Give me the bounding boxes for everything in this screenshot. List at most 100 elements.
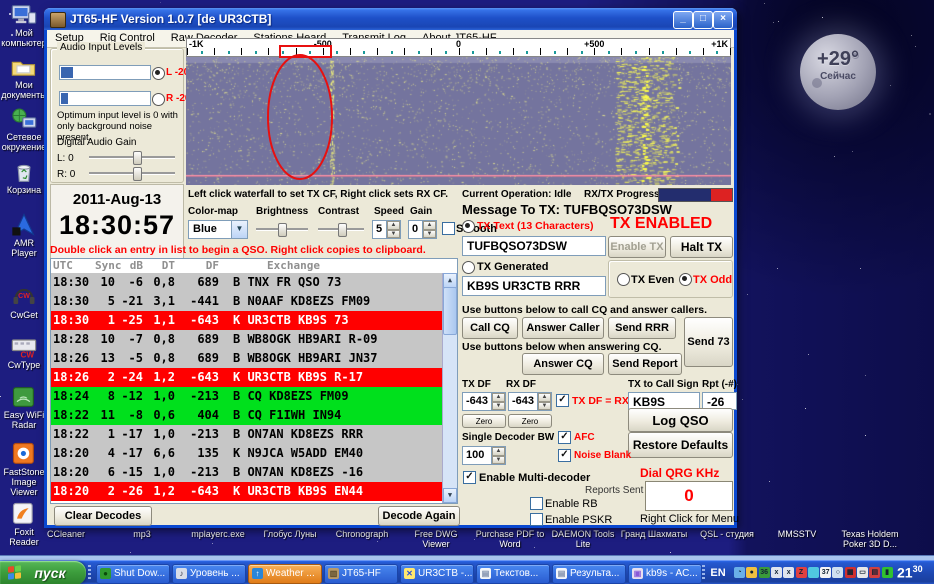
language-indicator[interactable]: EN bbox=[708, 565, 728, 581]
desktop-icon-foxit-reader[interactable]: Foxit Reader bbox=[1, 502, 47, 547]
tx-generated-radio[interactable] bbox=[462, 261, 475, 274]
close-button[interactable]: × bbox=[713, 11, 733, 29]
desktop-icon-cwget[interactable]: CWCwGet bbox=[1, 285, 47, 320]
desktop-icon-cwtype[interactable]: CWCwType bbox=[1, 335, 47, 370]
tx-odd-radio[interactable] bbox=[679, 273, 692, 286]
desktop-icon-free-dwg-viewer[interactable]: Free DWG Viewer bbox=[400, 529, 472, 549]
spin-up-icon[interactable]: ▲ bbox=[538, 393, 551, 402]
gain-right-slider[interactable] bbox=[89, 167, 175, 179]
decode-row[interactable]: 18:262-241,2-643K UR3CTB KB9S R-17 bbox=[51, 368, 457, 387]
task-button-notepad-1[interactable]: ▤Текстов... bbox=[476, 564, 550, 584]
task-button-weather[interactable]: ↑Weather ... bbox=[248, 564, 322, 584]
task-button-notepad-2[interactable]: ▤Результа... bbox=[552, 564, 626, 584]
tray-calendar-icon[interactable]: 37 bbox=[820, 567, 831, 578]
colormap-select[interactable]: Blue ▼ bbox=[188, 220, 248, 239]
wf-gain-spinner[interactable]: 0 ▲▼ bbox=[408, 220, 437, 239]
spin-up-icon[interactable]: ▲ bbox=[387, 221, 400, 230]
spin-down-icon[interactable]: ▼ bbox=[492, 456, 505, 465]
waterfall-display[interactable] bbox=[186, 57, 731, 185]
log-qso-button[interactable]: Log QSO bbox=[628, 408, 733, 432]
frequency-ruler[interactable]: -1K -500 0 +500 +1K bbox=[186, 38, 731, 57]
tx-text-input[interactable]: TUFBQSO73DSW bbox=[462, 236, 606, 256]
tray-36-icon[interactable]: 36 bbox=[759, 567, 770, 578]
send-73-button[interactable]: Send 73 bbox=[684, 317, 733, 367]
tray-grid-icon[interactable]: ▦ bbox=[845, 567, 856, 578]
tray-monitor-icon[interactable]: ▭ bbox=[857, 567, 868, 578]
task-button-image-viewer[interactable]: ▣kb9s - AC... bbox=[628, 564, 702, 584]
desktop-icon-ccleaner[interactable]: CCleaner bbox=[30, 529, 102, 539]
tray-guard-icon[interactable]: Z bbox=[796, 567, 807, 578]
desktop-icon-amr-player[interactable]: AMR Player bbox=[1, 213, 47, 258]
decode-row[interactable]: 18:248-121,0-213B CQ KD8EZS FM09 bbox=[51, 387, 457, 406]
restore-defaults-button[interactable]: Restore Defaults bbox=[628, 432, 733, 458]
scrollbar-thumb[interactable] bbox=[443, 287, 457, 335]
desktop-icon-daemon-tools-lite[interactable]: DAEMON Tools Lite bbox=[547, 529, 619, 549]
desktop-icon-network-places[interactable]: Сетевое окружение bbox=[1, 107, 47, 152]
spin-down-icon[interactable]: ▼ bbox=[423, 230, 436, 239]
right-channel-radio[interactable] bbox=[152, 93, 165, 106]
tray-battery-icon[interactable]: ▮ bbox=[882, 567, 893, 578]
rx-df-spinner[interactable]: -643 ▲▼ bbox=[508, 392, 552, 411]
decode-row[interactable]: 18:2810-70,8689B WB8OGK HB9ARI R-09 bbox=[51, 330, 457, 349]
send-rrr-button[interactable]: Send RRR bbox=[608, 317, 676, 339]
df-link-checkbox[interactable]: ✓ bbox=[556, 394, 569, 407]
decode-row[interactable]: 18:204-176,6135K N9JCA W5ADD EM40 bbox=[51, 444, 457, 463]
desktop-icon-purchase-pdf-to-word[interactable]: Purchase PDF to Word bbox=[474, 529, 546, 549]
tx-even-radio[interactable] bbox=[617, 273, 630, 286]
desktop-icon-recycle-bin[interactable]: Корзина bbox=[1, 160, 47, 195]
decode-row[interactable]: 18:301-251,1-643K UR3CTB KB9S 73 bbox=[51, 311, 457, 330]
desktop-icon-гранд-шахматы[interactable]: Гранд Шахматы bbox=[618, 529, 690, 539]
desktop-icon-mplayerc-exe[interactable]: mplayerc.exe bbox=[182, 529, 254, 539]
task-button-volume-level[interactable]: ♪Уровень ... bbox=[172, 564, 246, 584]
zero-rx-df-button[interactable]: Zero bbox=[508, 414, 552, 428]
left-channel-radio[interactable] bbox=[152, 67, 165, 80]
tx-text-radio[interactable] bbox=[462, 220, 475, 233]
maximize-button[interactable]: □ bbox=[693, 11, 713, 29]
decode-row[interactable]: 18:221-171,0-213B ON7AN KD8EZS RRR bbox=[51, 425, 457, 444]
desktop-icon-my-computer[interactable]: Мой компьютер bbox=[1, 3, 47, 48]
send-report-button[interactable]: Send Report bbox=[608, 353, 682, 375]
clear-decodes-button[interactable]: Clear Decodes bbox=[54, 506, 152, 526]
decode-again-button[interactable]: Decode Again bbox=[378, 506, 460, 526]
enable-rb-checkbox[interactable] bbox=[530, 497, 543, 510]
call-cq-button[interactable]: Call CQ bbox=[462, 317, 518, 339]
task-button-jt65-hf[interactable]: ▥JT65-HF bbox=[324, 564, 398, 584]
contrast-slider[interactable] bbox=[318, 223, 364, 235]
desktop-icon-easy-wifi-radar[interactable]: Easy WiFi Radar bbox=[1, 385, 47, 430]
smooth-checkbox[interactable] bbox=[442, 222, 455, 235]
tray-volume-muted-icon[interactable]: x bbox=[771, 567, 782, 578]
chevron-down-icon[interactable]: ▼ bbox=[231, 221, 247, 238]
tray-flag-icon[interactable]: ▤ bbox=[869, 567, 880, 578]
answer-caller-button[interactable]: Answer Caller bbox=[522, 317, 604, 339]
decoder-bw-spinner[interactable]: 100 ▲▼ bbox=[462, 446, 506, 465]
noise-blank-checkbox[interactable]: ✓ bbox=[558, 449, 571, 462]
multi-decoder-checkbox[interactable]: ✓ bbox=[463, 471, 476, 484]
dial-qrg-box[interactable]: 0 bbox=[645, 481, 733, 511]
start-button[interactable]: пуск bbox=[0, 561, 86, 584]
halt-tx-button[interactable]: Halt TX bbox=[670, 236, 733, 258]
tray-display-icon[interactable] bbox=[808, 567, 819, 578]
weather-widget[interactable]: +29° Сейчас bbox=[800, 34, 876, 110]
enable-tx-button[interactable]: Enable TX bbox=[608, 236, 666, 258]
desktop-icon-mp3[interactable]: mp3 bbox=[106, 529, 178, 539]
desktop-icon-qsl-студия[interactable]: QSL - студия bbox=[691, 529, 763, 539]
desktop-icon-texas-holdem-poker-3d-d-[interactable]: Texas Holdem Poker 3D D... bbox=[834, 529, 906, 549]
desktop-icon-mmsstv[interactable]: MMSSTV bbox=[761, 529, 833, 539]
decode-row[interactable]: 18:202-261,2-643K UR3CTB KB9S EN44 bbox=[51, 482, 457, 501]
desktop-icon-chronograph[interactable]: Chronograph bbox=[326, 529, 398, 539]
task-button-shutdown[interactable]: ●Shut Dow... bbox=[96, 564, 170, 584]
zero-tx-df-button[interactable]: Zero bbox=[462, 414, 506, 428]
enable-pskr-checkbox[interactable] bbox=[530, 513, 543, 526]
decode-row[interactable]: 18:206-151,0-213B ON7AN KD8EZS -16 bbox=[51, 463, 457, 482]
taskbar-clock[interactable]: 2130 bbox=[897, 564, 923, 581]
spin-down-icon[interactable]: ▼ bbox=[492, 402, 505, 411]
titlebar[interactable]: JT65-HF Version 1.0.7 [de UR3CTB] _ □ × bbox=[44, 8, 737, 30]
tray-sound-muted-icon[interactable]: x bbox=[783, 567, 794, 578]
spin-up-icon[interactable]: ▲ bbox=[492, 447, 505, 456]
afc-checkbox[interactable]: ✓ bbox=[558, 431, 571, 444]
answer-cq-button[interactable]: Answer CQ bbox=[522, 353, 604, 375]
scroll-up-icon[interactable]: ▲ bbox=[443, 273, 457, 288]
speed-spinner[interactable]: 5 ▲▼ bbox=[372, 220, 401, 239]
tx-df-spinner[interactable]: -643 ▲▼ bbox=[462, 392, 506, 411]
spin-down-icon[interactable]: ▼ bbox=[538, 402, 551, 411]
